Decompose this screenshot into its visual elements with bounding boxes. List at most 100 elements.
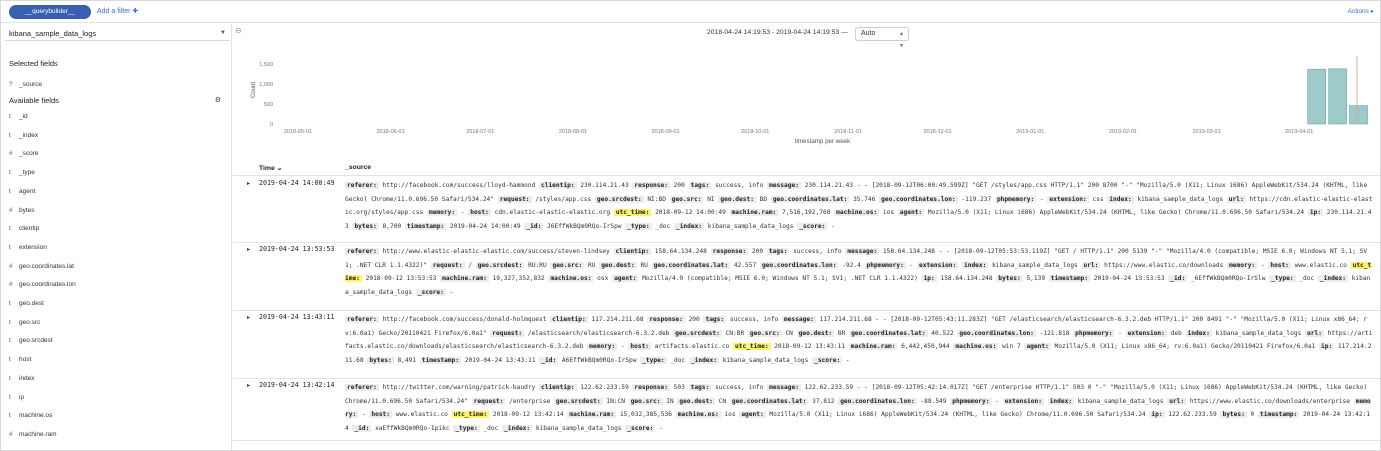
source-field-key: _id: bbox=[524, 222, 544, 230]
field-type-icon: ? bbox=[9, 81, 13, 88]
row-source: referer: http://facebook.com/success/llo… bbox=[345, 179, 1373, 233]
available-field-item[interactable]: t agent bbox=[9, 186, 35, 198]
source-field-value: CN bbox=[714, 397, 730, 405]
query-bar: __querybuilder__ Add a filter ✚ Actions … bbox=[1, 1, 1380, 23]
source-field-key: machine.os: bbox=[548, 275, 594, 282]
source-field-key: host: bbox=[369, 411, 393, 418]
available-field-item[interactable]: t _id bbox=[9, 111, 28, 123]
expand-row-icon[interactable]: ▸ bbox=[247, 180, 250, 187]
add-filter-link[interactable]: Add a filter ✚ bbox=[97, 5, 138, 19]
available-field-item[interactable]: # _score bbox=[9, 148, 39, 160]
source-field-key: memory: bbox=[587, 343, 618, 350]
x-tick-label: 2018-10-01 bbox=[741, 129, 769, 135]
source-field-value: J6EffWkBQm0RQo-IrSpw bbox=[543, 222, 626, 230]
field-name: _source bbox=[19, 81, 43, 88]
expand-row-icon[interactable]: ▸ bbox=[247, 382, 250, 389]
source-field-value: success, info bbox=[726, 316, 783, 323]
source-field-key: geo.coordinates.lon: bbox=[759, 261, 839, 269]
source-field-value: kibana_sample_data_logs bbox=[718, 356, 813, 364]
available-field-item[interactable]: t geo.src bbox=[9, 317, 40, 329]
source-field-value: 7,516,192,768 bbox=[778, 209, 835, 216]
source-field-value: kibana_sample_data_logs bbox=[988, 261, 1082, 269]
source-field-key: referer: bbox=[345, 182, 379, 189]
available-field-item[interactable]: t ip bbox=[9, 392, 24, 404]
source-field-key: _type: bbox=[625, 222, 652, 230]
available-field-item[interactable]: t geo.dest bbox=[9, 298, 44, 310]
source-field-value: RU bbox=[584, 261, 600, 269]
source-field-key: geo.dest: bbox=[718, 195, 756, 203]
source-field-key: phpmemory: bbox=[1073, 329, 1115, 337]
row-time: 2019-04-24 13:43:11 bbox=[259, 313, 335, 321]
source-field-key: machine.os: bbox=[675, 411, 721, 418]
source-field-value: www.elastic.co bbox=[1290, 261, 1351, 269]
source-field-key: geo.dest: bbox=[677, 397, 715, 405]
source-field-value: success, info bbox=[711, 182, 768, 189]
source-field-value: 35.746 bbox=[849, 195, 880, 203]
available-field-item[interactable]: t index bbox=[9, 373, 35, 385]
source-field-value: - bbox=[1114, 329, 1126, 337]
field-type-icon: t bbox=[9, 113, 11, 120]
x-tick-label: 2018-06-01 bbox=[377, 129, 405, 135]
source-field-key: geo.srcdest: bbox=[673, 329, 722, 337]
source-field-value: 2018-09-12 14:00:49 bbox=[651, 209, 730, 216]
field-sidebar: kibana_sample_data_logs ▼ Selected field… bbox=[1, 24, 232, 450]
time-column-header[interactable]: Time ⌄ bbox=[259, 164, 282, 172]
expand-row-icon[interactable]: ▸ bbox=[247, 314, 250, 321]
available-field-item[interactable]: # geo.coordinates.lat bbox=[9, 261, 74, 273]
source-field-value: IN bbox=[662, 397, 678, 405]
time-range-label: 2018-04-24 14:19:53 - 2019-04-24 14:19:5… bbox=[707, 29, 848, 36]
expand-row-icon[interactable]: ▸ bbox=[247, 246, 250, 253]
source-field-key: agent: bbox=[739, 411, 766, 418]
y-tick-label: 1,500 bbox=[259, 62, 273, 68]
source-field-key: agent: bbox=[1024, 343, 1051, 350]
source-field-key: url: bbox=[1081, 261, 1101, 269]
source-field-value: _doc bbox=[1295, 275, 1318, 282]
available-field-item[interactable]: t _index bbox=[9, 130, 38, 142]
available-field-item[interactable]: t extension bbox=[9, 242, 47, 254]
available-field-item[interactable]: t _type bbox=[9, 167, 35, 179]
row-time: 2019-04-24 14:00:49 bbox=[259, 179, 335, 187]
actions-menu[interactable]: Actions ▸ bbox=[1348, 5, 1374, 19]
row-source: referer: http://www.elastic-elastic-elas… bbox=[345, 245, 1373, 299]
source-field-value: -119.237 bbox=[957, 195, 995, 203]
source-field-value: cdn.elastic-elastic-elastic.org bbox=[490, 209, 614, 216]
source-field-value: NI:BD bbox=[643, 195, 670, 203]
available-field-item[interactable]: t machine.os bbox=[9, 410, 52, 422]
collapse-sidebar-icon[interactable]: ⊖ bbox=[235, 26, 242, 35]
source-field-value: IN:CN bbox=[602, 397, 629, 405]
source-field-key: geo.coordinates.lon: bbox=[838, 397, 917, 405]
source-field-value: 5,139 bbox=[1022, 275, 1049, 282]
selected-field-item[interactable]: ? _source bbox=[9, 79, 42, 91]
field-type-icon: t bbox=[9, 187, 11, 195]
source-field-key: geo.dest: bbox=[599, 261, 637, 269]
source-field-key: phpmemory: bbox=[950, 397, 992, 405]
index-pattern-select[interactable]: kibana_sample_data_logs ▼ bbox=[5, 26, 230, 41]
row-source: referer: http://twitter.com/warning/patr… bbox=[345, 381, 1373, 435]
doc-table-row: ▸ 2019-04-24 13:42:14 referer: http://twit… bbox=[233, 379, 1380, 441]
field-name: index bbox=[19, 374, 35, 382]
field-type-icon: t bbox=[9, 318, 11, 326]
source-field-value: 6,442,450,944 bbox=[897, 343, 954, 350]
interval-select[interactable]: Auto ▲ ▼ bbox=[855, 27, 909, 49]
source-field-key: index: bbox=[962, 261, 989, 269]
source-field-key: timestamp: bbox=[1258, 411, 1300, 418]
source-field-value: - bbox=[905, 261, 917, 269]
x-tick-label: 2019-03-01 bbox=[1193, 129, 1221, 135]
available-field-item[interactable]: t geo.srcdest bbox=[9, 335, 53, 347]
available-field-item[interactable]: # bytes bbox=[9, 205, 35, 217]
source-field-key: _type: bbox=[1269, 275, 1296, 282]
source-field-value: - bbox=[358, 411, 370, 418]
gear-icon[interactable]: ⚙ bbox=[215, 96, 221, 104]
histogram-bar bbox=[1307, 68, 1326, 125]
available-field-item[interactable]: # geo.coordinates.lon bbox=[9, 279, 76, 291]
available-field-item[interactable]: # machine.ram bbox=[9, 429, 57, 441]
source-field-key: bytes: bbox=[352, 222, 379, 230]
available-field-item[interactable]: t clientip bbox=[9, 223, 39, 235]
discover-main: ⊖ 2018-04-24 14:19:53 - 2019-04-24 14:19… bbox=[233, 24, 1380, 450]
query-input-pill[interactable]: __querybuilder__ bbox=[9, 5, 91, 19]
source-field-key: _score: bbox=[415, 288, 446, 296]
source-field-value: 2018-09-12 13:43:11 bbox=[770, 343, 849, 350]
source-field-value: /enterprise bbox=[505, 397, 554, 405]
available-field-item[interactable]: t host bbox=[9, 354, 31, 366]
source-field-key: machine.ram: bbox=[567, 411, 617, 418]
